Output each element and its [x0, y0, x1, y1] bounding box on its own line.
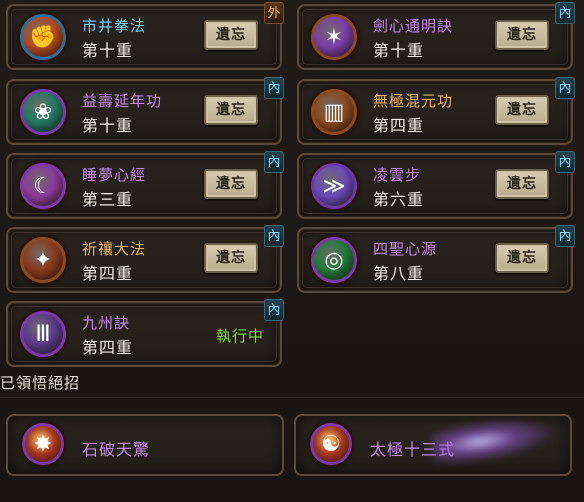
forget-button[interactable]: 遺忘	[204, 243, 258, 273]
section-divider	[0, 397, 584, 398]
internal-type-badge: 內	[264, 225, 284, 247]
skill-card[interactable]: ❀ 益壽延年功第十重 遺忘內	[6, 77, 284, 145]
skill-card[interactable]: Ⅲ 九州訣第四重 執行中 內	[6, 299, 284, 367]
skill-name: 益壽延年功	[82, 92, 163, 110]
taiji-icon: ☯	[310, 423, 352, 465]
skill-level: 第十重	[82, 116, 134, 135]
claw-icon: ✶	[311, 14, 357, 60]
forget-button[interactable]: 遺忘	[495, 169, 549, 199]
star-icon: ✦	[20, 237, 66, 283]
pillar-icon: ▥	[311, 89, 357, 135]
move-name: 石破天驚	[82, 440, 151, 459]
skill-level: 第六重	[373, 190, 425, 209]
fist-icon: ✊	[20, 14, 66, 60]
skill-name: 九州訣	[82, 314, 131, 332]
forget-button[interactable]: 遺忘	[204, 95, 258, 125]
skill-name: 睡夢心經	[82, 166, 147, 184]
skill-name: 無極混元功	[373, 92, 454, 110]
forget-button[interactable]: 遺忘	[495, 243, 549, 273]
active-status-label: 執行中	[216, 327, 265, 345]
forget-button[interactable]: 遺忘	[204, 20, 258, 50]
skill-name: 市井拳法	[82, 17, 147, 35]
skill-card[interactable]: ▥ 無極混元功第四重 遺忘內	[297, 77, 575, 145]
skill-card[interactable]: ≫ 凌雲步第六重 遺忘內	[297, 151, 575, 219]
gate-icon: Ⅲ	[20, 311, 66, 357]
skill-level: 第四重	[373, 116, 425, 135]
skill-card[interactable]: ☾ 睡夢心經第三重 遺忘內	[6, 151, 284, 219]
forget-button[interactable]: 遺忘	[495, 20, 549, 50]
internal-type-badge: 內	[264, 299, 284, 321]
section-title-learned-moves: 已領悟絕招	[0, 374, 81, 392]
skill-card[interactable]: ◎ 四聖心源第八重 遺忘內	[297, 225, 575, 293]
burst-icon: ✸	[22, 423, 64, 465]
external-type-badge: 外	[264, 2, 284, 24]
skill-level: 第八重	[373, 264, 425, 283]
skill-name: 祈禳大法	[82, 240, 147, 258]
wind-icon: ≫	[311, 163, 357, 209]
internal-type-badge: 內	[264, 151, 284, 173]
internal-type-badge: 內	[264, 77, 284, 99]
skill-level: 第三重	[82, 190, 134, 209]
skill-name: 凌雲步	[373, 166, 422, 184]
internal-type-badge: 內	[555, 2, 575, 24]
forget-button[interactable]: 遺忘	[495, 95, 549, 125]
skill-name: 劍心通明訣	[373, 17, 454, 35]
lotus-icon: ❀	[20, 89, 66, 135]
internal-type-badge: 內	[555, 225, 575, 247]
skill-level: 第十重	[82, 41, 134, 60]
move-card[interactable]: ✸ 石破天驚	[6, 414, 284, 476]
skill-level: 第四重	[82, 264, 134, 283]
skill-level: 第四重	[82, 338, 134, 357]
internal-type-badge: 內	[555, 151, 575, 173]
moon-icon: ☾	[20, 163, 66, 209]
skill-card[interactable]: ✶ 劍心通明訣第十重 遺忘內	[297, 2, 575, 70]
skill-name: 四聖心源	[373, 240, 438, 258]
swirl-icon: ◎	[311, 237, 357, 283]
skill-level: 第十重	[373, 41, 425, 60]
skill-card[interactable]: ✦ 祈禳大法第四重 遺忘內	[6, 225, 284, 293]
forget-button[interactable]: 遺忘	[204, 169, 258, 199]
skill-card[interactable]: ✊ 市井拳法第十重 遺忘外	[6, 2, 284, 70]
internal-type-badge: 內	[555, 77, 575, 99]
